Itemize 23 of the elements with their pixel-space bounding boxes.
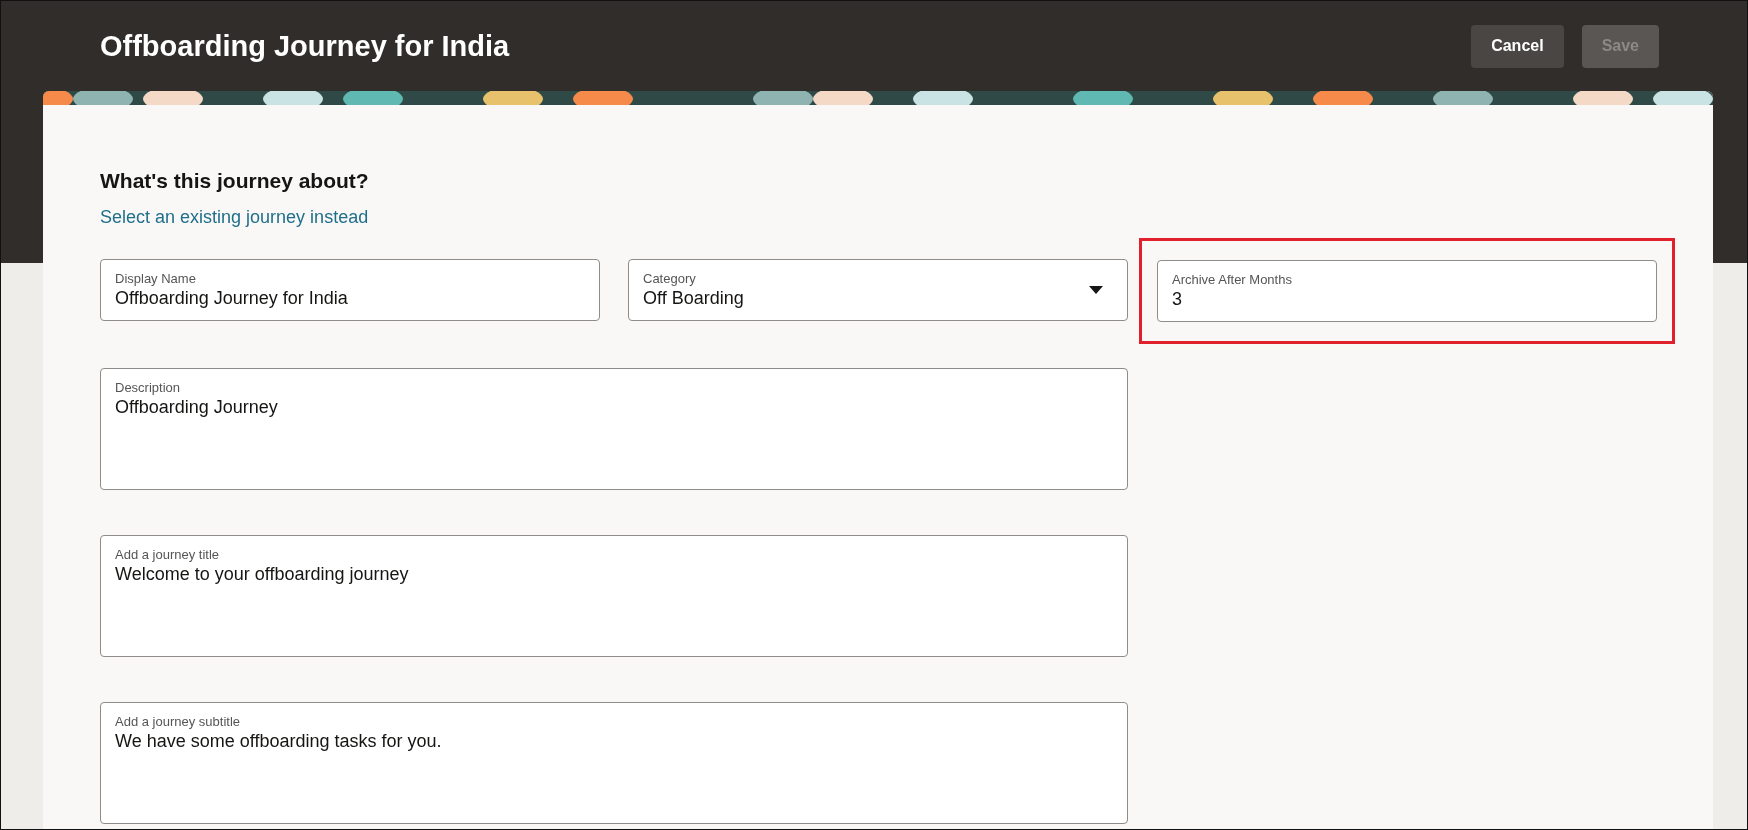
field-label: Add a journey subtitle	[115, 714, 242, 729]
text-area[interactable]: Add a journey title Welcome to your offboarding journey	[100, 535, 1128, 657]
field-label: Category	[643, 271, 697, 286]
input-field[interactable]: Archive After Months 3	[1157, 260, 1657, 322]
field-value: We have some offboarding tasks for you.	[115, 731, 443, 752]
field-value: Offboarding Journey for India	[115, 288, 349, 309]
field-value: Offboarding Journey	[115, 397, 279, 418]
existing-journey-link[interactable]: Select an existing journey instead	[100, 207, 369, 228]
field-value: Welcome to your offboarding journey	[115, 564, 410, 585]
text-area[interactable]: Description Offboarding Journey	[100, 368, 1128, 490]
field-label: Add a journey title	[115, 547, 221, 562]
field-value: 3	[1172, 289, 1183, 310]
text-area[interactable]: Add a journey subtitle We have some offboarding tasks for you.	[100, 702, 1128, 824]
field-value: Off Boarding	[643, 288, 745, 309]
input-field[interactable]: Display Name Offboarding Journey for India	[100, 259, 600, 321]
field-label: Display Name	[115, 271, 197, 286]
category-select[interactable]: Category Off Boarding	[628, 259, 1128, 321]
field-label: Archive After Months	[1172, 272, 1293, 287]
cancel-button[interactable]: Cancel	[1471, 24, 1564, 68]
caret-icon	[1089, 286, 1103, 294]
section-heading: What's this journey about?	[100, 169, 370, 193]
field-label: Description	[115, 380, 182, 395]
page-title: Offboarding Journey for India	[100, 29, 511, 63]
